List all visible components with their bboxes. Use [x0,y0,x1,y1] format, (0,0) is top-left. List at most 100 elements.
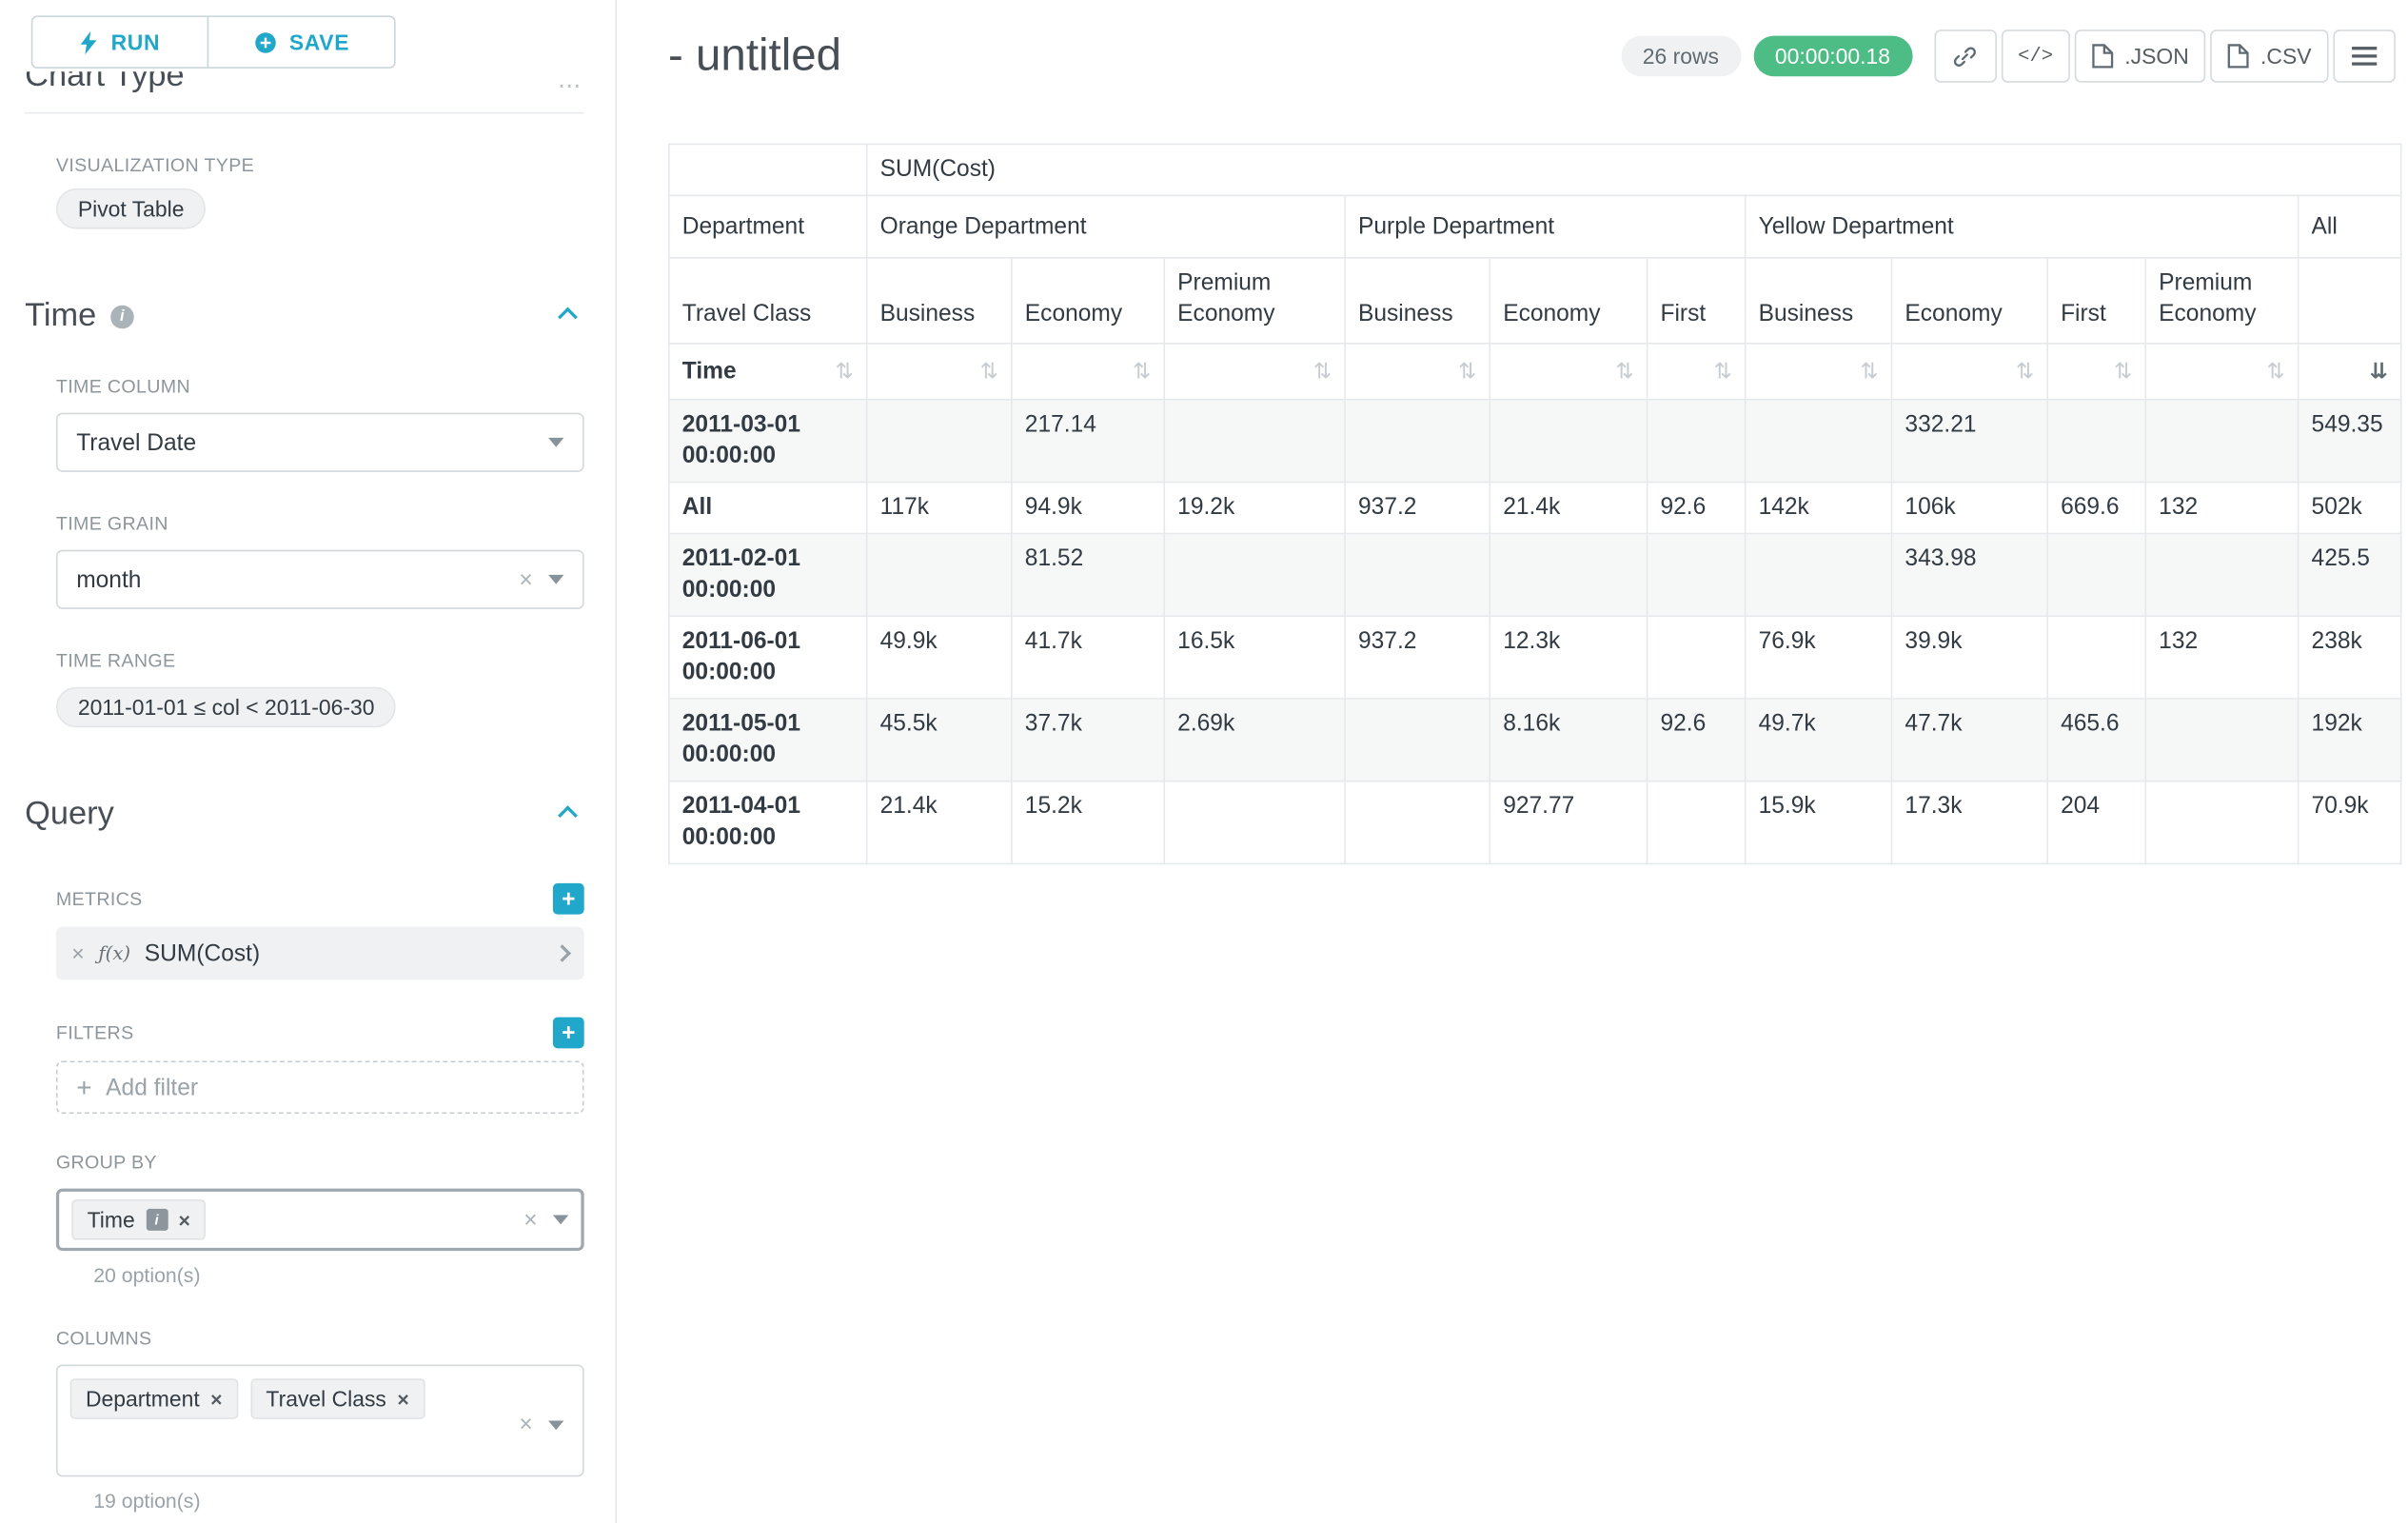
menu-button[interactable] [2333,30,2395,83]
remove-tag-icon[interactable]: × [397,1387,408,1411]
pivot-cell: 41.7k [1012,616,1164,699]
pivot-row: 2011-04-01 00:00:0021.4k15.2k927.7715.9k… [669,781,2401,864]
time-grain-label: TIME GRAIN [56,512,168,534]
time-column-field: TIME COLUMN Travel Date [56,372,584,472]
chevron-down-icon [548,438,563,447]
pivot-cell: 92.6 [1648,699,1746,781]
chevron-right-icon[interactable] [554,944,572,962]
group-by-field: GROUP BY Time i × × 20 option(s) [56,1148,584,1287]
pivot-cell [2145,400,2298,483]
clear-icon[interactable]: × [519,1413,532,1436]
time-column-select[interactable]: Travel Date [56,413,584,472]
pivot-cell: 8.16k [1490,699,1647,781]
sort-icon[interactable]: ⇅ [1714,356,1732,387]
sort-desc-icon[interactable]: ⇊ [2370,356,2388,387]
sort-icon[interactable]: ⇅ [1133,356,1151,387]
pivot-cell [867,400,1012,483]
pivot-cell [1345,699,1490,781]
pivot-cell: 132 [2145,482,2298,533]
add-filter-dropzone[interactable]: + Add filter [56,1060,584,1114]
link-icon [1952,43,1979,69]
chevron-down-icon [548,1420,563,1430]
pivot-cell: 549.35 [2299,400,2401,483]
pivot-cell: 49.9k [867,616,1012,699]
chevron-down-icon [548,575,563,584]
sort-icon[interactable]: ⇅ [1313,356,1332,387]
visualization-type-control: VISUALIZATION TYPE Pivot Table [56,154,584,229]
query-section-header: Query [25,796,583,833]
pivot-column-header: First [1648,258,1746,344]
metric-item[interactable]: × ƒ(x) SUM(Cost) [56,927,584,980]
pivot-column-header: Business [1345,258,1490,344]
pivot-group-header: Purple Department [1345,195,1746,257]
columns-tag[interactable]: Department × [70,1378,238,1419]
columns-select[interactable]: Department × Travel Class × × [56,1365,584,1477]
sort-icon[interactable]: ⇅ [980,356,998,387]
time-range-label: TIME RANGE [56,649,175,671]
pivot-cell [2145,533,2298,616]
columns-field: COLUMNS Department × Travel Class × × 19… [56,1324,584,1513]
clear-icon[interactable]: × [523,1208,537,1232]
metrics-label-row: METRICS + [56,883,584,915]
export-csv-button[interactable]: .CSV [2211,30,2329,83]
remove-metric-icon[interactable]: × [71,940,84,965]
pivot-cell [1648,533,1746,616]
pivot-column-header [2299,258,2401,344]
pivot-cell: 15.9k [1746,781,1892,864]
add-metric-button[interactable]: + [553,883,584,915]
run-button[interactable]: RUN [31,15,209,69]
pivot-column-header: Business [867,258,1012,344]
sort-icon[interactable]: ⇅ [2267,356,2285,387]
pivot-cell: 37.7k [1012,699,1164,781]
remove-tag-icon[interactable]: × [179,1208,190,1232]
embed-code-button[interactable]: </> [2001,30,2070,83]
pivot-sort-cell: ⇅ [1746,344,1892,400]
sort-icon[interactable]: ⇅ [836,356,854,387]
group-by-options-hint: 20 option(s) [93,1263,583,1287]
pivot-corner-cell [669,144,867,195]
sort-icon[interactable]: ⇅ [1615,356,1633,387]
chevron-up-icon[interactable] [558,307,578,326]
pivot-sort-cell: ⇅ [1892,344,2048,400]
pivot-cell [1648,400,1746,483]
sort-icon[interactable]: ⇅ [1860,356,1878,387]
explore-view: RUN SAVE Chart Type ⋯ VISUALIZATION TYPE… [0,0,2408,1523]
add-filter-button[interactable]: + [553,1018,584,1049]
chart-title[interactable]: - untitled [668,30,841,82]
export-json-button[interactable]: .JSON [2075,30,2206,83]
copy-link-button[interactable] [1934,30,1996,83]
plus-circle-icon [253,30,277,54]
time-grain-select[interactable]: month × [56,550,584,609]
time-range-value[interactable]: 2011-01-01 ≤ col < 2011-06-30 [56,687,397,728]
clear-icon[interactable]: × [519,567,532,591]
pivot-cell: 204 [2047,781,2145,864]
chart-header: - untitled 26 rows 00:00:00.18 </> .JSON [668,19,2408,94]
sort-icon[interactable]: ⇅ [2114,356,2132,387]
columns-tag-label: Department [86,1386,200,1411]
pivot-row-label: 2011-03-01 00:00:00 [669,400,867,483]
sort-icon[interactable]: ⇅ [2016,356,2034,387]
save-button[interactable]: SAVE [207,15,396,69]
visualization-type-value[interactable]: Pivot Table [56,188,206,229]
pivot-cell: 12.3k [1490,616,1647,699]
time-grain-value: month [76,566,141,593]
pivot-row: 2011-02-01 00:00:0081.52343.98425.5 [669,533,2401,616]
query-section-title: Query [25,796,114,833]
group-by-select[interactable]: Time i × × [56,1189,584,1251]
pivot-group-header: Orange Department [867,195,1345,257]
pivot-row: All117k94.9k19.2k937.221.4k92.6142k106k6… [669,482,2401,533]
info-icon: i [110,305,134,328]
pivot-sort-cell: ⇅ [867,344,1012,400]
control-panel: RUN SAVE Chart Type ⋯ VISUALIZATION TYPE… [0,0,617,1523]
pivot-row-label: 2011-05-01 00:00:00 [669,699,867,781]
bolt-icon [80,30,99,54]
remove-tag-icon[interactable]: × [210,1387,222,1411]
group-by-label: GROUP BY [56,1151,157,1173]
metrics-label: METRICS [56,888,143,910]
columns-tag[interactable]: Travel Class × [250,1378,424,1419]
chart-type-section-header: Chart Type ⋯ [25,71,583,99]
chevron-up-icon[interactable] [558,804,578,824]
time-range-field: TIME RANGE 2011-01-01 ≤ col < 2011-06-30 [56,646,584,727]
sort-icon[interactable]: ⇅ [1458,356,1476,387]
group-by-tag[interactable]: Time i × [71,1199,206,1240]
